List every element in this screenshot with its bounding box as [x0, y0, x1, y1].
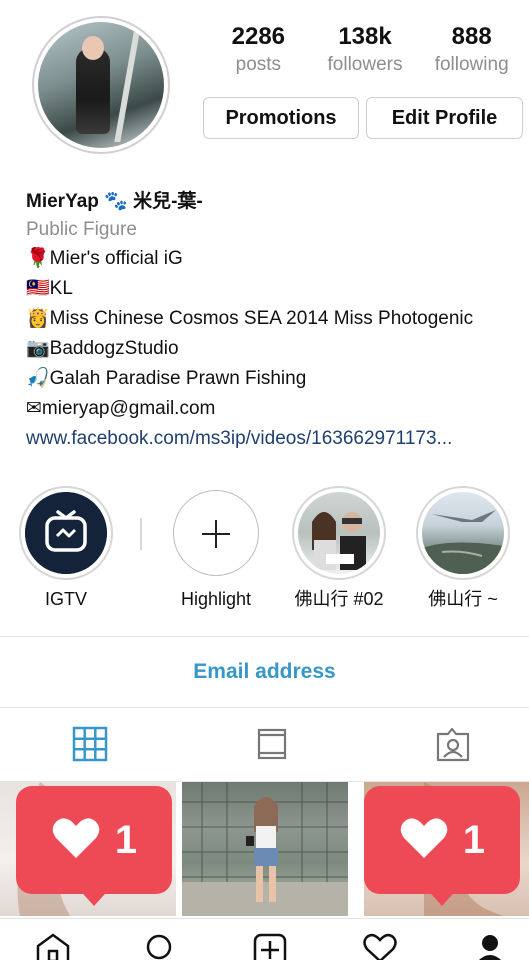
email-address-label: Email address — [193, 660, 336, 683]
bio-link[interactable]: www.facebook.com/ms3ip/videos/1636629711… — [26, 424, 529, 454]
edit-profile-button[interactable]: Edit Profile — [366, 97, 523, 139]
highlight-ring — [19, 486, 113, 580]
profile-bio: MierYap 🐾 米兒-葉- Public Figure 🌹Mier's of… — [26, 188, 529, 454]
profile-icon[interactable] — [472, 933, 508, 960]
tagged-icon[interactable] — [434, 726, 474, 766]
followers-count: 138k — [338, 23, 392, 50]
highlight-ring — [416, 486, 510, 580]
email-address-button[interactable]: Email address — [0, 636, 529, 708]
profile-name: MierYap 🐾 米兒-葉- — [26, 191, 203, 212]
bottom-navigation — [0, 918, 529, 960]
highlight-foshan-02[interactable]: 佛山行 #02 — [289, 486, 389, 610]
profile-stats: 2286 posts 138k followers 888 following — [205, 22, 525, 78]
highlight-label: IGTV — [44, 589, 87, 609]
profile-header: 2286 posts 138k followers 888 following … — [0, 0, 529, 180]
heart-icon — [399, 816, 449, 865]
like-count: 1 — [462, 817, 486, 862]
stat-followers[interactable]: 138k followers — [312, 22, 419, 78]
like-count: 1 — [114, 817, 138, 862]
like-notification-bubble[interactable]: 1 — [16, 786, 172, 906]
bio-line: 📷BaddogzStudio — [26, 338, 179, 359]
like-notification-bubble[interactable]: 1 — [364, 786, 520, 906]
feed-icon[interactable] — [254, 726, 294, 766]
highlight-label: 佛山行 ~ — [428, 589, 498, 609]
search-icon[interactable] — [142, 933, 178, 960]
highlight-divider — [140, 518, 142, 550]
activity-heart-icon[interactable] — [362, 933, 398, 960]
stat-posts[interactable]: 2286 posts — [205, 22, 312, 78]
photo-thumbnail — [298, 492, 380, 574]
add-icon[interactable] — [252, 933, 288, 960]
highlight-igtv[interactable]: IGTV — [16, 486, 116, 610]
bio-line: 👸Miss Chinese Cosmos SEA 2014 Miss Photo… — [26, 308, 474, 329]
grid-icon[interactable] — [72, 726, 112, 766]
profile-category: Public Figure — [26, 219, 137, 240]
heart-icon — [51, 816, 101, 865]
bio-line: 🌹Mier's official iG — [26, 248, 183, 269]
highlight-label: 佛山行 #02 — [294, 589, 384, 609]
igtv-icon — [25, 492, 107, 574]
posts-label: posts — [235, 54, 282, 75]
posts-count: 2286 — [231, 23, 286, 50]
promotions-button[interactable]: Promotions — [203, 97, 359, 139]
following-label: following — [434, 54, 509, 75]
stat-following[interactable]: 888 following — [418, 22, 525, 78]
bio-email-line: ✉mieryap@gmail.com — [26, 398, 216, 419]
photo-thumbnail — [422, 492, 504, 574]
followers-label: followers — [327, 54, 403, 75]
following-count: 888 — [451, 23, 492, 50]
profile-avatar[interactable] — [32, 16, 170, 154]
bio-line: 🎣Galah Paradise Prawn Fishing — [26, 368, 307, 389]
plus-icon — [173, 490, 259, 576]
profile-tabs — [0, 708, 529, 782]
avatar-image — [38, 22, 164, 148]
post-thumbnail[interactable] — [182, 782, 348, 916]
story-highlights: IGTV Highlight 佛山行 #02 佛山行 ~ — [0, 486, 529, 616]
home-icon[interactable] — [35, 933, 71, 960]
highlight-new[interactable]: Highlight — [166, 486, 266, 610]
bio-line: 🇲🇾KL — [26, 278, 73, 299]
highlight-foshan[interactable]: 佛山行 ~ — [413, 486, 513, 610]
highlight-label: Highlight — [180, 589, 252, 609]
highlight-ring — [292, 486, 386, 580]
